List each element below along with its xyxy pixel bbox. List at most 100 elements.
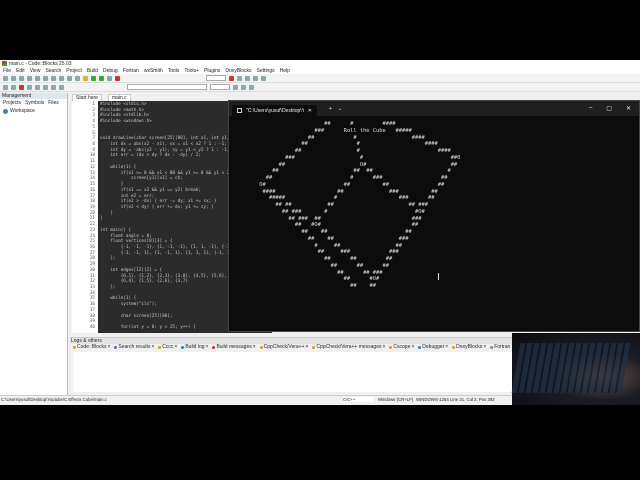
uncomment-icon[interactable]: [51, 84, 56, 90]
stop-icon[interactable]: [115, 75, 120, 81]
log-tab[interactable]: Search results ×: [114, 344, 154, 351]
log-tab[interactable]: CppCheck/Vera++ ×: [259, 344, 309, 351]
find-icon[interactable]: [75, 75, 80, 81]
debug-icon[interactable]: [229, 75, 234, 81]
workspace-node[interactable]: Workspace: [0, 108, 67, 114]
copy-icon[interactable]: [59, 75, 64, 81]
bookmark-prev-icon[interactable]: [27, 84, 32, 90]
menu-tools-plus[interactable]: Tools+: [184, 68, 199, 74]
log-tab-label: DoxyBlocks: [456, 344, 483, 350]
step-out-icon[interactable]: [253, 75, 258, 81]
log-tab-label: Search results: [118, 344, 151, 350]
log-tab-label: Code::Blocks: [77, 344, 107, 350]
log-tab-close-icon[interactable]: ×: [445, 344, 448, 351]
status-language: C/C++: [343, 397, 373, 402]
maximize-button[interactable]: ▢: [606, 105, 612, 112]
log-tab[interactable]: Build messages ×: [212, 344, 256, 351]
log-tab[interactable]: Code::Blocks ×: [73, 344, 110, 351]
menu-edit[interactable]: Edit: [16, 68, 25, 74]
bookmark-icon[interactable]: [19, 84, 24, 90]
back-icon[interactable]: [3, 84, 8, 90]
save-icon[interactable]: [19, 75, 24, 81]
menu-search[interactable]: Search: [45, 68, 61, 74]
log-tab-close-icon[interactable]: ×: [382, 344, 385, 351]
match-brace-icon[interactable]: [59, 84, 64, 90]
break-icon[interactable]: [261, 75, 266, 81]
log-tab-close-icon[interactable]: ×: [206, 344, 209, 351]
log-tab-icon: [114, 346, 118, 349]
terminal-tab[interactable]: "C:\Users\yusuf\Desktop\Your ✕: [232, 105, 317, 116]
step-icon[interactable]: [237, 75, 242, 81]
paste-icon[interactable]: [67, 75, 72, 81]
tab-main-c[interactable]: main.c: [107, 94, 131, 101]
menu-wxsmith[interactable]: wxSmith: [144, 68, 163, 74]
menu-fortran[interactable]: Fortran: [123, 68, 139, 74]
log-tab[interactable]: Build log ×: [181, 344, 208, 351]
rebuild-icon[interactable]: [107, 75, 112, 81]
title-bar: main.c - Code::Blocks 25.03: [0, 60, 640, 67]
undo-icon[interactable]: [35, 75, 40, 81]
minimize-button[interactable]: –: [589, 105, 592, 112]
log-tab-icon: [389, 346, 393, 349]
open-icon[interactable]: [11, 75, 16, 81]
status-line-endings: Windows (CR+LF): [378, 397, 414, 402]
log-tab-close-icon[interactable]: ×: [107, 344, 110, 351]
regex-icon[interactable]: [249, 84, 254, 90]
log-tab-close-icon[interactable]: ×: [483, 344, 486, 351]
log-tab[interactable]: DoxyBlocks ×: [452, 344, 486, 351]
log-tab-icon: [212, 346, 216, 349]
new-tab-button[interactable]: +: [329, 106, 332, 112]
function-select[interactable]: [210, 84, 230, 90]
select-icon[interactable]: [241, 84, 246, 90]
build-target-select[interactable]: [206, 75, 226, 81]
forward-icon[interactable]: [11, 84, 16, 90]
menu-file[interactable]: File: [3, 68, 11, 74]
log-tab-close-icon[interactable]: ×: [151, 344, 154, 351]
tab-dropdown-icon[interactable]: ⌄: [338, 106, 342, 112]
log-tab[interactable]: Debugger ×: [418, 344, 448, 351]
menu-view[interactable]: View: [30, 68, 41, 74]
build-run-icon[interactable]: [99, 75, 104, 81]
close-button[interactable]: ✕: [626, 105, 631, 112]
comment-icon[interactable]: [43, 84, 48, 90]
line-number: 40: [89, 325, 95, 331]
workspace-label: Workspace: [10, 108, 35, 114]
log-tab[interactable]: Cscope ×: [389, 344, 414, 351]
tab-symbols[interactable]: Symbols: [25, 101, 44, 106]
log-tab-close-icon[interactable]: ×: [174, 344, 177, 351]
menu-debug[interactable]: Debug: [103, 68, 118, 74]
log-tab-close-icon[interactable]: ×: [253, 344, 256, 351]
terminal-icon: [237, 108, 242, 113]
build-icon[interactable]: [83, 75, 88, 81]
tab-projects[interactable]: Projects: [3, 101, 21, 106]
save-all-icon[interactable]: [27, 75, 32, 81]
log-tab-close-icon[interactable]: ×: [306, 344, 309, 351]
webcam-keyboard-overlay: [511, 333, 640, 405]
menu-bar: File Edit View Search Project Build Debu…: [0, 67, 640, 74]
log-tab[interactable]: Cccc ×: [158, 344, 177, 351]
run-icon[interactable]: [91, 75, 96, 81]
cut-icon[interactable]: [51, 75, 56, 81]
tab-close-icon[interactable]: ✕: [308, 108, 312, 114]
log-tab-icon: [312, 346, 316, 349]
menu-tools[interactable]: Tools: [168, 68, 180, 74]
tab-files[interactable]: Files: [48, 101, 59, 106]
scope-select[interactable]: [127, 84, 207, 90]
new-file-icon[interactable]: [3, 75, 8, 81]
menu-settings[interactable]: Settings: [257, 68, 275, 74]
step-into-icon[interactable]: [245, 75, 250, 81]
menu-build[interactable]: Build: [87, 68, 98, 74]
terminal-output: ## # #### ### Roll the Cube ##### ## # #…: [259, 121, 461, 289]
menu-plugins[interactable]: Plugins: [204, 68, 220, 74]
tab-start-here[interactable]: Start here: [72, 94, 102, 101]
menu-doxyblocks[interactable]: DoxyBlocks: [225, 68, 251, 74]
log-tab-close-icon[interactable]: ×: [411, 344, 414, 351]
redo-icon[interactable]: [43, 75, 48, 81]
menu-help[interactable]: Help: [280, 68, 290, 74]
bookmark-next-icon[interactable]: [35, 84, 40, 90]
log-tab[interactable]: CppCheck/Vera++ messages ×: [312, 344, 385, 351]
status-file-path: C:\Users\yusuf\Desktop\Youtube\C Effects…: [1, 396, 107, 402]
log-tab-icon: [490, 346, 494, 349]
menu-project[interactable]: Project: [66, 68, 82, 74]
highlight-icon[interactable]: [233, 84, 238, 90]
